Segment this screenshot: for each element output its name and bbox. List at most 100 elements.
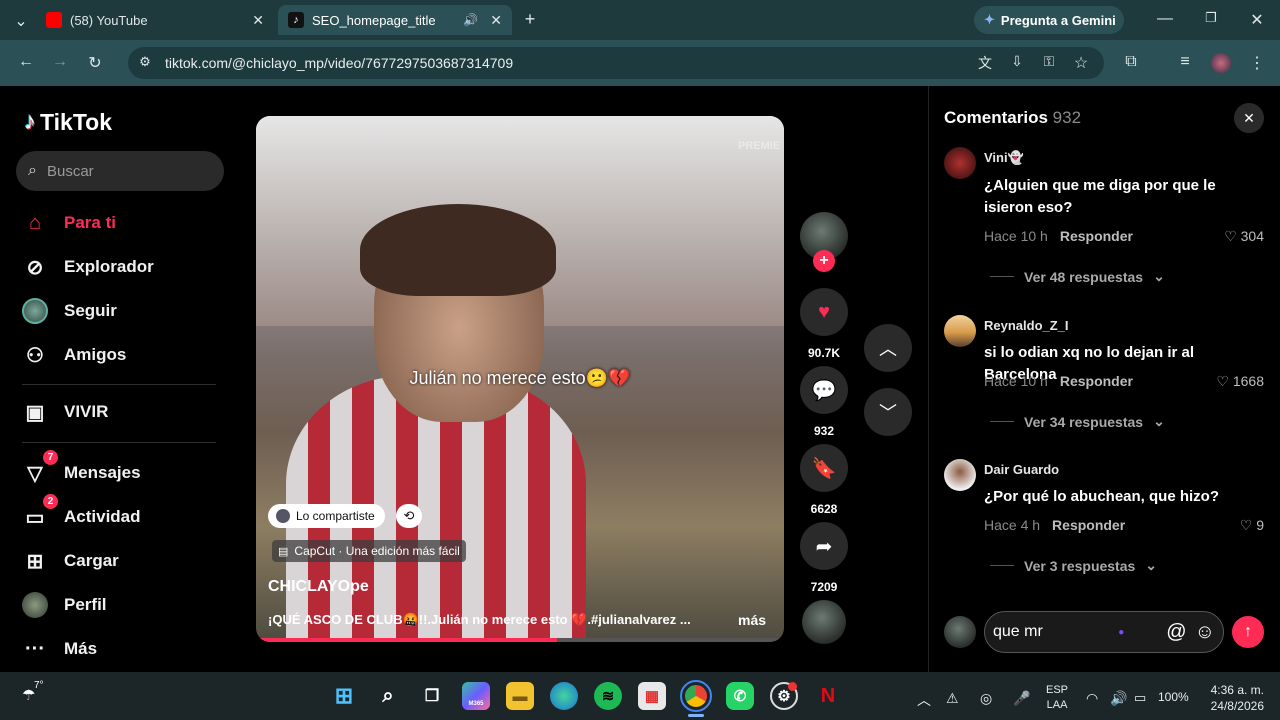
search-taskbar-icon[interactable]: ⌕	[374, 682, 402, 710]
sidebar-item-para-ti[interactable]: ⌂ Para ti	[22, 210, 116, 236]
forward-icon[interactable]: →	[49, 53, 71, 71]
edge-icon[interactable]	[550, 682, 578, 710]
next-video-button[interactable]: ﹀	[864, 388, 912, 436]
sidebar-item-mensajes[interactable]: ▽ 7 Mensajes	[22, 450, 141, 486]
shared-chip[interactable]: Lo compartiste	[268, 504, 385, 528]
wifi-icon[interactable]: ◠	[1086, 690, 1098, 707]
menu-kebab-icon[interactable]: ⋮	[1246, 53, 1268, 73]
sidebar-item-seguir[interactable]: Seguir	[22, 298, 117, 324]
close-tab-icon[interactable]: ✕	[252, 12, 264, 29]
profile-avatar-icon[interactable]	[1211, 53, 1231, 73]
music-disc-avatar[interactable]	[802, 600, 846, 644]
netflix-icon[interactable]: N	[814, 682, 842, 710]
close-tab-icon[interactable]: ✕	[490, 12, 502, 29]
url-text[interactable]: tiktok.com/@chiclayo_mp/video/7677297503…	[165, 55, 513, 71]
start-windows-icon[interactable]: ⊞	[330, 682, 358, 710]
capcut-anchor[interactable]: ▤ CapCut · Una edición más fácil	[272, 540, 466, 562]
comment-avatar[interactable]	[944, 459, 976, 491]
share-arrow-icon[interactable]: ➦	[800, 522, 848, 570]
clock-date: 24/8/2026	[1210, 699, 1264, 713]
bookmark-icon[interactable]: 🔖	[800, 444, 848, 492]
extensions-icon[interactable]: ⧉	[1120, 53, 1142, 71]
comment-username[interactable]: Reynaldo_Z_I	[984, 318, 1069, 333]
comment-username[interactable]: Dair Guardo	[984, 462, 1059, 477]
microphone-icon[interactable]: 🎤	[1013, 690, 1030, 707]
sidebar-item-cargar[interactable]: ⊞ Cargar	[22, 548, 119, 574]
sidebar-item-perfil[interactable]: Perfil	[22, 592, 107, 618]
whatsapp-icon[interactable]: ✆	[726, 682, 754, 710]
previous-video-button[interactable]: ︿	[864, 324, 912, 372]
new-tab-icon[interactable]: +	[519, 9, 541, 30]
language-indicator[interactable]: ESP LAA	[1046, 683, 1068, 713]
sidebar-item-actividad[interactable]: ▭ 2 Actividad	[22, 494, 141, 530]
chrome-icon[interactable]	[680, 680, 712, 712]
task-view-icon[interactable]: ❐	[418, 682, 446, 710]
clock[interactable]: 4:36 a. m. 24/8/2026	[1204, 682, 1264, 714]
comment-like[interactable]: ♡ 1668	[1200, 373, 1264, 390]
emoji-icon[interactable]: ☺	[1195, 621, 1215, 644]
chevron-up-tray-icon[interactable]: ︿	[917, 690, 931, 710]
repost-icon[interactable]: ⟲	[396, 504, 422, 528]
save-action[interactable]: 🔖 6628	[800, 444, 848, 516]
tab-tiktok[interactable]: ♪ SEO_homepage_title 🔊 ✕	[278, 5, 512, 35]
sidebar-item-vivir[interactable]: ▣ VIVIR	[22, 399, 109, 425]
vpn-icon[interactable]: ⚠	[946, 690, 959, 707]
comment-avatar[interactable]	[944, 315, 976, 347]
sidebar-item-amigos[interactable]: ⚇ Amigos	[22, 342, 126, 368]
tab-list-chevron-icon[interactable]: ⌄	[10, 11, 32, 31]
close-window-icon[interactable]: ✕	[1246, 10, 1268, 30]
sidebar-item-mas[interactable]: ··· Más	[22, 636, 97, 662]
mention-at-icon[interactable]: @	[1166, 621, 1186, 644]
gemini-button[interactable]: ✦ Pregunta a Gemini	[974, 6, 1124, 34]
view-replies-button[interactable]: Ver 34 respuestas ⌄	[990, 413, 1165, 430]
file-explorer-icon[interactable]: ▬	[506, 682, 534, 710]
spotify-icon[interactable]: ≋	[594, 682, 622, 710]
install-app-icon[interactable]: ⇩	[1006, 53, 1028, 70]
comment-input[interactable]: que mr ● @ ☺	[984, 611, 1224, 653]
tiktok-logo[interactable]: ♪ TikTok	[24, 108, 112, 136]
back-icon[interactable]: ←	[15, 53, 37, 71]
comment-avatar[interactable]	[944, 147, 976, 179]
search-input[interactable]: ⌕ Buscar	[16, 151, 224, 191]
heart-icon[interactable]: ♥	[800, 288, 848, 336]
volume-icon[interactable]: 🔊	[1110, 690, 1127, 707]
grammar-dot-icon: ●	[1118, 626, 1125, 638]
battery-icon[interactable]: ▭	[1134, 690, 1146, 706]
translate-icon[interactable]: 文	[974, 53, 996, 73]
comment-like[interactable]: ♡ 304	[1200, 228, 1264, 245]
share-action[interactable]: ➦ 7209	[800, 522, 848, 594]
more-description-button[interactable]: más	[738, 612, 766, 628]
microsoft-store-icon[interactable]: ▦	[638, 682, 666, 710]
comment-input-value[interactable]: que mr	[993, 623, 1110, 641]
video-player[interactable]: PREMIE Julián no merece esto😕💔 Lo compar…	[256, 116, 784, 642]
reply-button[interactable]: Responder	[1060, 373, 1133, 389]
close-comments-button[interactable]: ✕	[1234, 103, 1264, 133]
reply-button[interactable]: Responder	[1052, 517, 1125, 533]
security-icon[interactable]: ◎	[980, 690, 992, 707]
send-comment-button[interactable]: ↑	[1232, 616, 1264, 648]
comments-title: Comentarios 932	[944, 108, 1081, 128]
media-controls-icon[interactable]: ≡	[1174, 53, 1196, 71]
sidebar-item-label: Mensajes	[64, 463, 141, 482]
speaker-icon[interactable]: 🔊	[463, 13, 478, 27]
tab-youtube[interactable]: (58) YouTube ✕	[36, 5, 274, 35]
copilot-m365-icon[interactable]: M365	[462, 682, 490, 710]
follow-plus-icon[interactable]: +	[813, 250, 835, 272]
comment-username[interactable]: Vini👻	[984, 150, 1024, 166]
comment-action[interactable]: 💬 932	[800, 366, 848, 438]
comment-bubble-icon[interactable]: 💬	[800, 366, 848, 414]
sidebar-item-explorador[interactable]: ⊘ Explorador	[22, 254, 154, 280]
reply-button[interactable]: Responder	[1060, 228, 1133, 244]
video-author[interactable]: CHICLAYOpe	[268, 578, 369, 596]
like-action[interactable]: ♥ 90.7K	[800, 288, 848, 360]
comment-like[interactable]: ♡ 9	[1200, 517, 1264, 534]
view-replies-button[interactable]: Ver 3 respuestas ⌄	[990, 557, 1157, 574]
reload-icon[interactable]: ↻	[84, 53, 106, 73]
minimize-icon[interactable]: —	[1154, 10, 1176, 28]
close-icon: ✕	[1243, 109, 1255, 126]
site-info-icon[interactable]: ⚙	[134, 54, 156, 70]
restore-icon[interactable]: ❐	[1200, 10, 1222, 26]
bookmark-star-icon[interactable]: ☆	[1070, 53, 1092, 73]
view-replies-button[interactable]: Ver 48 respuestas ⌄	[990, 268, 1165, 285]
password-key-icon[interactable]: ⚿	[1038, 53, 1060, 70]
